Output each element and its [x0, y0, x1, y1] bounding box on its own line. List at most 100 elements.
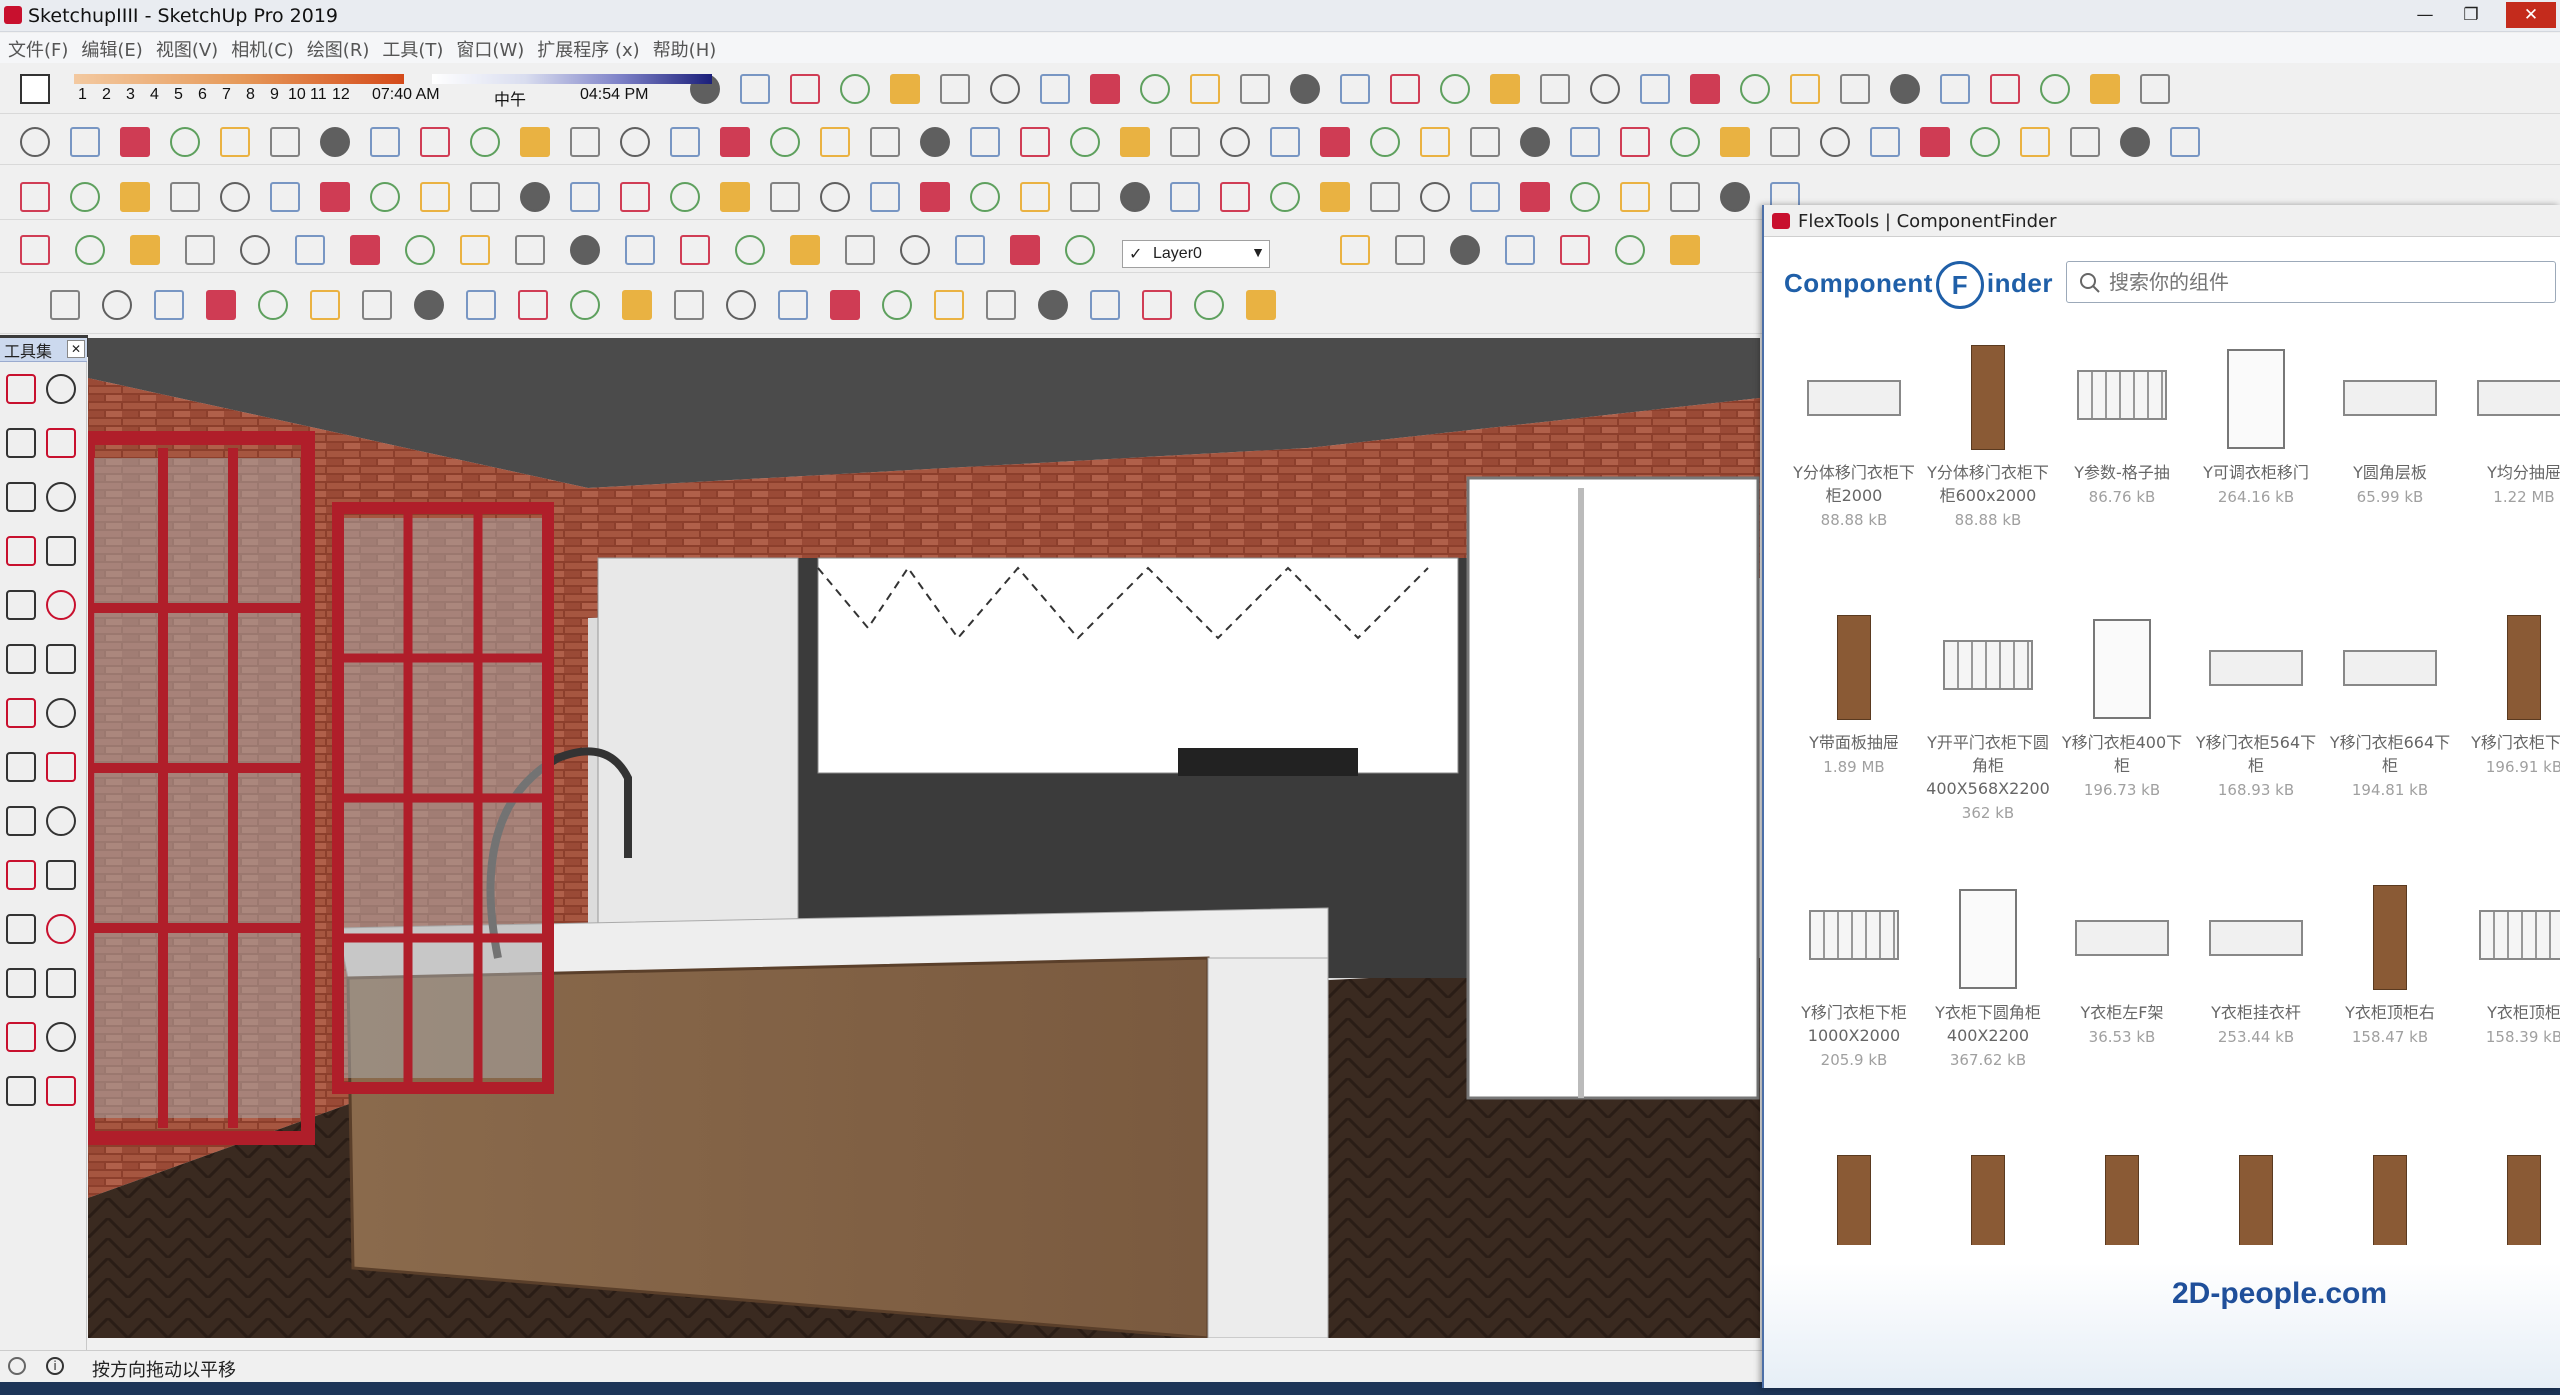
- toolset-tool-icon[interactable]: [46, 428, 76, 458]
- component-card[interactable]: [2460, 1155, 2560, 1245]
- toolbar-tool-icon[interactable]: [130, 235, 160, 265]
- toolbar-tool-icon[interactable]: [1920, 127, 1950, 157]
- toolbar-tool-icon[interactable]: [20, 235, 50, 265]
- toolbar-tool-icon[interactable]: [840, 74, 870, 104]
- close-button[interactable]: ✕: [2506, 2, 2556, 28]
- toolbar-tool-icon[interactable]: [350, 235, 380, 265]
- geo-location-icon[interactable]: [8, 1357, 26, 1375]
- toolbar-tool-icon[interactable]: [625, 235, 655, 265]
- toolbar-tool-icon[interactable]: [1470, 182, 1500, 212]
- component-card[interactable]: Y移门衣柜664下柜 194.81 kB: [2326, 615, 2454, 799]
- toolbar-tool-icon[interactable]: [845, 235, 875, 265]
- toolset-tool-icon[interactable]: [46, 590, 76, 620]
- toolbar-tool-icon[interactable]: [570, 127, 600, 157]
- toolbar-tool-icon[interactable]: [220, 127, 250, 157]
- toolbar-tool-icon[interactable]: [70, 182, 100, 212]
- toolbar-tool-icon[interactable]: [955, 235, 985, 265]
- toolbar-tool-icon[interactable]: [1520, 127, 1550, 157]
- component-thumbnail[interactable]: [1933, 885, 2043, 995]
- toolbar-tool-icon[interactable]: [320, 127, 350, 157]
- component-thumbnail[interactable]: [2067, 345, 2177, 455]
- toolset-tool-icon[interactable]: [6, 698, 36, 728]
- component-thumbnail[interactable]: [2201, 885, 2311, 995]
- menu-tools[interactable]: 工具(T): [382, 33, 443, 65]
- component-thumbnail[interactable]: [2201, 1155, 2311, 1245]
- toolbar-tool-icon[interactable]: [1505, 235, 1535, 265]
- toolbar-tool-icon[interactable]: [1670, 235, 1700, 265]
- toolbar-tool-icon[interactable]: [620, 127, 650, 157]
- toolbar-tool-icon[interactable]: [1340, 235, 1370, 265]
- toolset-tool-icon[interactable]: [6, 536, 36, 566]
- component-thumbnail[interactable]: [1933, 1155, 2043, 1245]
- toolbar-tool-icon[interactable]: [370, 127, 400, 157]
- component-thumbnail[interactable]: [1933, 345, 2043, 455]
- toolbar-tool-icon[interactable]: [1540, 74, 1570, 104]
- toolbar-tool-icon[interactable]: [970, 182, 1000, 212]
- toolbar-tool-icon[interactable]: [1490, 74, 1520, 104]
- restore-button[interactable]: ❐: [2454, 2, 2488, 28]
- toolbar-tool-icon[interactable]: [420, 127, 450, 157]
- layer-select[interactable]: ✓ Layer0 ▼: [1122, 240, 1270, 268]
- component-thumbnail[interactable]: [2335, 615, 2445, 725]
- toolset-tool-icon[interactable]: [46, 806, 76, 836]
- toolset-tool-icon[interactable]: [6, 428, 36, 458]
- component-card[interactable]: Y移门衣柜下柜 196.91 kB: [2460, 615, 2560, 776]
- toolbar-tool-icon[interactable]: [1640, 74, 1670, 104]
- toolbar-tool-icon[interactable]: [1720, 127, 1750, 157]
- toolbar-tool-icon[interactable]: [515, 235, 545, 265]
- toolbar-tool-icon[interactable]: [520, 127, 550, 157]
- toolset-tool-icon[interactable]: [46, 752, 76, 782]
- toolset-tool-icon[interactable]: [6, 590, 36, 620]
- component-thumbnail[interactable]: [1799, 615, 1909, 725]
- toolbar-tool-icon[interactable]: [1840, 74, 1870, 104]
- toolset-tool-icon[interactable]: [6, 860, 36, 890]
- toolbar-tool-icon[interactable]: [1270, 182, 1300, 212]
- component-card[interactable]: Y衣柜顶柜右 158.47 kB: [2326, 885, 2454, 1046]
- toolbar-tool-icon[interactable]: [790, 74, 820, 104]
- toolset-tool-icon[interactable]: [46, 968, 76, 998]
- component-thumbnail[interactable]: [2335, 885, 2445, 995]
- component-card[interactable]: [2192, 1155, 2320, 1245]
- toolbar-tool-icon[interactable]: [720, 127, 750, 157]
- component-card[interactable]: Y衣柜挂衣杆 253.44 kB: [2192, 885, 2320, 1046]
- toolbar-tool-icon[interactable]: [726, 290, 756, 320]
- menu-file[interactable]: 文件(F): [8, 33, 68, 65]
- toolbar-tool-icon[interactable]: [1940, 74, 1970, 104]
- toolbar-tool-icon[interactable]: [1090, 290, 1120, 320]
- toolbar-tool-icon[interactable]: [50, 290, 80, 320]
- toolbar-tool-icon[interactable]: [1450, 235, 1480, 265]
- toolbar-tool-icon[interactable]: [1290, 74, 1320, 104]
- toolbar-tool-icon[interactable]: [154, 290, 184, 320]
- toolbar-tool-icon[interactable]: [735, 235, 765, 265]
- toolset-tool-icon[interactable]: [6, 806, 36, 836]
- toolbar-tool-icon[interactable]: [1570, 127, 1600, 157]
- toolbar-tool-icon[interactable]: [206, 290, 236, 320]
- toolset-tool-icon[interactable]: [6, 482, 36, 512]
- toolbar-tool-icon[interactable]: [20, 182, 50, 212]
- component-thumbnail[interactable]: [2469, 1155, 2560, 1245]
- toolbar-tool-icon[interactable]: [770, 182, 800, 212]
- toolset-tool-icon[interactable]: [6, 644, 36, 674]
- toolbar-tool-icon[interactable]: [1120, 182, 1150, 212]
- toolbar-tool-icon[interactable]: [770, 127, 800, 157]
- toolset-tool-icon[interactable]: [46, 482, 76, 512]
- toolbar-tool-icon[interactable]: [75, 235, 105, 265]
- toolbar-tool-icon[interactable]: [820, 182, 850, 212]
- toolbar-tool-icon[interactable]: [102, 290, 132, 320]
- component-thumbnail[interactable]: [2335, 345, 2445, 455]
- toolset-tool-icon[interactable]: [6, 1076, 36, 1106]
- component-thumbnail[interactable]: [2335, 1155, 2445, 1245]
- toolbar-tool-icon[interactable]: [520, 182, 550, 212]
- toolbar-tool-icon[interactable]: [1470, 127, 1500, 157]
- component-card[interactable]: Y衣柜左F架 36.53 kB: [2058, 885, 2186, 1046]
- toolbar-tool-icon[interactable]: [680, 235, 710, 265]
- toolbar-tool-icon[interactable]: [1240, 74, 1270, 104]
- toolbar-tool-icon[interactable]: [270, 182, 300, 212]
- toolbar-tool-icon[interactable]: [170, 182, 200, 212]
- toolbar-tool-icon[interactable]: [1246, 290, 1276, 320]
- component-card[interactable]: Y移门衣柜400下柜 196.73 kB: [2058, 615, 2186, 799]
- toolbar-tool-icon[interactable]: [2070, 127, 2100, 157]
- minimize-button[interactable]: —: [2408, 2, 2442, 28]
- month-slider[interactable]: [74, 74, 404, 84]
- toolbar-tool-icon[interactable]: [1010, 235, 1040, 265]
